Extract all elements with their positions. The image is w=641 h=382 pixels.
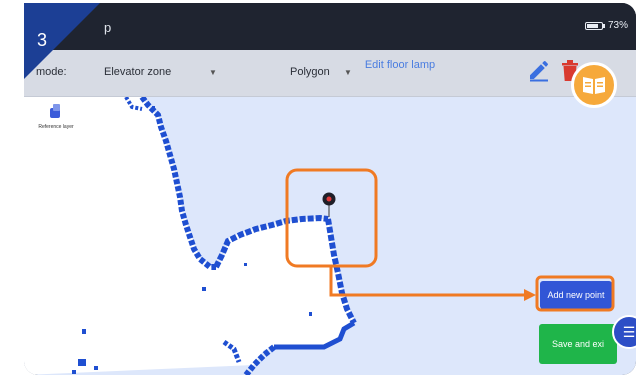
add-new-point-button[interactable]: Add new point xyxy=(540,281,612,309)
battery-indicator: 73% xyxy=(584,20,628,31)
pencil-icon[interactable] xyxy=(527,58,551,82)
battery-icon xyxy=(584,21,603,30)
mode-select[interactable]: Elevator zone xyxy=(104,66,171,78)
shape-select[interactable]: Polygon xyxy=(290,66,330,78)
mode-label: mode: xyxy=(36,66,67,78)
battery-level: 73% xyxy=(607,20,628,31)
map-pin-icon[interactable] xyxy=(322,192,336,218)
trash-icon[interactable] xyxy=(560,58,580,82)
chevron-down-icon[interactable]: ▼ xyxy=(344,68,352,77)
edit-floor-lamp-link[interactable]: Edit floor lamp xyxy=(360,59,440,72)
layers-icon xyxy=(50,104,60,118)
tablet-screen: p 73% mode: Elevator zone ▼ Polygon ▼ Ed… xyxy=(24,3,636,375)
reference-layer-button[interactable]: Reference layer xyxy=(35,98,77,150)
chevron-down-icon[interactable]: ▼ xyxy=(209,68,217,77)
save-and-exit-button[interactable]: Save and exi xyxy=(539,324,617,364)
reference-layer-label: Reference layer xyxy=(38,124,74,130)
app-title: p xyxy=(104,20,112,35)
status-bar: p 73% xyxy=(24,3,636,50)
